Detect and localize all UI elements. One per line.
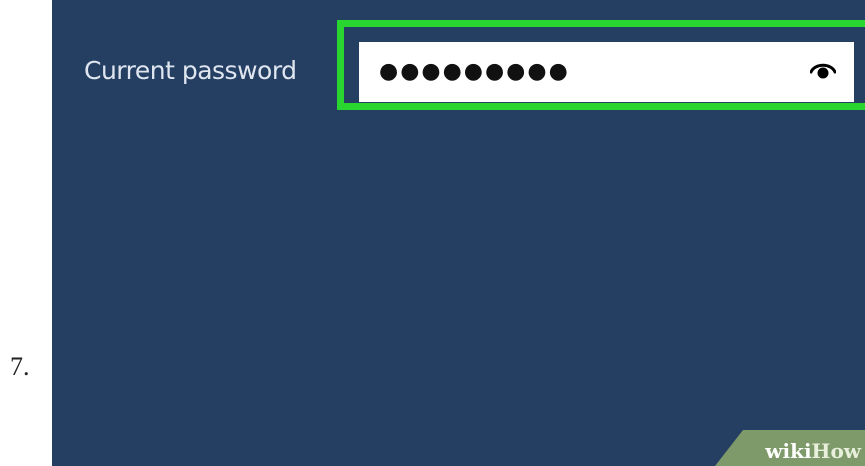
wikihow-watermark: wikiHow	[715, 430, 865, 466]
page: 7. Current password ●●●●●●●●● wikiHow	[0, 0, 865, 466]
current-password-input[interactable]: ●●●●●●●●●	[359, 42, 854, 102]
eye-icon[interactable]	[809, 60, 837, 82]
current-password-label: Current password	[84, 56, 297, 85]
password-mask: ●●●●●●●●●	[379, 59, 570, 84]
watermark-suffix: How	[811, 439, 861, 463]
watermark-prefix: wiki	[765, 439, 812, 463]
settings-panel: Current password ●●●●●●●●● wikiHow	[52, 0, 865, 466]
step-number: 7.	[10, 352, 30, 381]
